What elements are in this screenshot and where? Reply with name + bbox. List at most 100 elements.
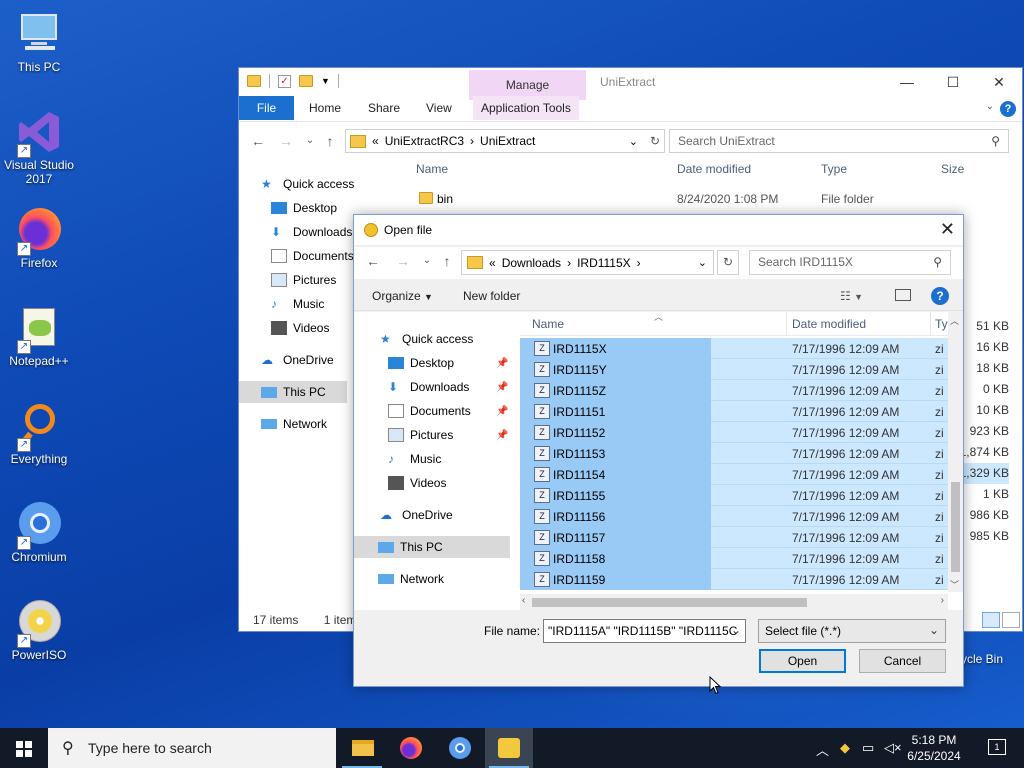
- column-header-type[interactable]: Type: [821, 162, 847, 176]
- pin-icon[interactable]: 📌: [496, 406, 508, 417]
- pin-icon[interactable]: 📌: [496, 382, 508, 393]
- address-bar[interactable]: « UniExtractRC3 › UniExtract ⌄ ↻: [345, 129, 665, 153]
- back-button[interactable]: ←: [364, 252, 382, 270]
- details-view-icon[interactable]: [982, 612, 1000, 628]
- table-row[interactable]: Z IRD11159 7/17/1996 12:09 AM zi: [520, 569, 948, 590]
- clock[interactable]: 5:18 PM 6/25/2024: [904, 732, 964, 764]
- file-name-field[interactable]: "IRD1115A" "IRD1115B" "IRD1115C ⌄: [543, 619, 746, 643]
- column-header-name[interactable]: Name: [416, 162, 448, 176]
- open-button[interactable]: Open: [759, 649, 846, 673]
- tab-home[interactable]: Home: [309, 96, 341, 120]
- organize-button[interactable]: Organize ▼: [372, 289, 433, 303]
- taskbar-uniextract[interactable]: [485, 728, 533, 768]
- nav-quick-access[interactable]: ★ Quick access: [380, 328, 473, 350]
- nav-music[interactable]: ♪ Music: [388, 448, 441, 470]
- nav-network[interactable]: Network: [261, 413, 327, 435]
- table-row[interactable]: Z IRD11152 7/17/1996 12:09 AM zi: [520, 422, 948, 443]
- nav-videos[interactable]: Videos: [388, 472, 446, 494]
- desktop-icon-visual-studio[interactable]: ↗ Visual Studio 2017: [0, 108, 78, 186]
- address-dropdown-icon[interactable]: ⌄: [629, 135, 638, 148]
- breadcrumb-downloads[interactable]: Downloads: [502, 256, 561, 270]
- nav-music[interactable]: ♪ Music: [271, 293, 324, 315]
- uniextract-tray-icon[interactable]: ◆: [840, 740, 850, 756]
- nav-videos[interactable]: Videos: [271, 317, 329, 339]
- search-input[interactable]: Search UniExtract ⚲: [669, 129, 1009, 153]
- tab-view[interactable]: View: [426, 96, 452, 120]
- list-item[interactable]: bin 8/24/2020 1:08 PM File folder: [417, 190, 957, 208]
- maximize-button[interactable]: ☐: [930, 68, 976, 96]
- pin-icon[interactable]: 📌: [496, 430, 508, 441]
- show-hidden-icons-icon[interactable]: ︿: [816, 740, 829, 759]
- help-icon[interactable]: ?: [1000, 101, 1016, 117]
- taskbar-file-explorer[interactable]: [338, 728, 386, 768]
- tab-share[interactable]: Share: [368, 96, 400, 120]
- column-header-date[interactable]: Date modified: [792, 317, 866, 331]
- nav-downloads[interactable]: ⬇ Downloads: [388, 376, 469, 398]
- breadcrumb-ird1115x[interactable]: IRD1115X: [577, 256, 631, 270]
- preview-pane-icon[interactable]: [895, 289, 911, 301]
- breadcrumb-uniextract[interactable]: UniExtract: [480, 134, 535, 148]
- nav-documents[interactable]: Documents: [388, 400, 471, 422]
- properties-icon[interactable]: ✓: [278, 74, 291, 88]
- column-header-date[interactable]: Date modified: [677, 162, 751, 176]
- nav-network[interactable]: Network: [378, 568, 444, 590]
- table-row[interactable]: Z IRD11158 7/17/1996 12:09 AM zi: [520, 548, 948, 569]
- scroll-thumb[interactable]: [532, 598, 807, 607]
- scroll-left-icon[interactable]: ‹: [522, 595, 525, 606]
- pin-icon[interactable]: 📌: [496, 358, 508, 369]
- vertical-scrollbar[interactable]: ︿ ﹀: [948, 312, 963, 592]
- refresh-icon[interactable]: ↻: [650, 134, 660, 148]
- nav-pictures[interactable]: Pictures: [388, 424, 453, 446]
- network-icon[interactable]: ▭: [862, 740, 874, 756]
- nav-onedrive[interactable]: ☁ OneDrive: [261, 349, 334, 371]
- recent-locations-button[interactable]: ⌄: [418, 252, 436, 270]
- nav-this-pc[interactable]: This PC: [239, 381, 347, 403]
- back-button[interactable]: ←: [249, 132, 267, 150]
- large-icons-view-icon[interactable]: [1002, 612, 1020, 628]
- refresh-button[interactable]: ↻: [717, 250, 739, 275]
- taskbar-chromium[interactable]: [436, 728, 484, 768]
- nav-desktop[interactable]: Desktop: [388, 352, 454, 374]
- nav-pictures[interactable]: Pictures: [271, 269, 336, 291]
- close-icon[interactable]: ✕: [940, 219, 955, 240]
- nav-documents[interactable]: Documents: [271, 245, 354, 267]
- nav-downloads[interactable]: ⬇ Downloads: [271, 221, 352, 243]
- desktop-icon-firefox[interactable]: ↗ Firefox: [0, 206, 78, 270]
- breadcrumb-uniextractrc3[interactable]: UniExtractRC3: [385, 134, 464, 148]
- table-row[interactable]: Z IRD11155 7/17/1996 12:09 AM zi: [520, 485, 948, 506]
- column-header-name[interactable]: Name: [532, 317, 564, 331]
- table-row[interactable]: Z IRD1115X 7/17/1996 12:09 AM zi: [520, 338, 948, 359]
- table-row[interactable]: Z IRD1115Z 7/17/1996 12:09 AM zi: [520, 380, 948, 401]
- help-icon[interactable]: ?: [931, 287, 949, 305]
- desktop-icon-poweriso[interactable]: ↗ PowerISO: [0, 598, 78, 662]
- nav-onedrive[interactable]: ☁ OneDrive: [380, 504, 453, 526]
- dialog-search-input[interactable]: Search IRD1115X ⚲: [749, 250, 951, 275]
- new-folder-button[interactable]: New folder: [463, 289, 520, 303]
- table-row[interactable]: Z IRD11157 7/17/1996 12:09 AM zi: [520, 527, 948, 548]
- start-button[interactable]: [0, 728, 48, 768]
- notification-center-button[interactable]: 1: [988, 739, 1006, 755]
- table-row[interactable]: Z IRD11151 7/17/1996 12:09 AM zi: [520, 401, 948, 422]
- ribbon-expand-icon[interactable]: ⌄: [986, 101, 994, 112]
- tab-file[interactable]: File: [239, 96, 294, 120]
- scroll-up-icon[interactable]: ︿: [950, 314, 959, 327]
- tab-application-tools[interactable]: Application Tools: [473, 96, 579, 120]
- chevron-down-icon[interactable]: ⌄: [731, 623, 741, 637]
- nav-this-pc[interactable]: This PC: [354, 536, 510, 558]
- volume-muted-icon[interactable]: ◁×: [884, 740, 902, 756]
- table-row[interactable]: Z IRD11153 7/17/1996 12:09 AM zi: [520, 443, 948, 464]
- address-dropdown-icon[interactable]: ⌄: [698, 256, 707, 269]
- file-type-select[interactable]: Select file (*.*) ⌄: [758, 619, 946, 643]
- forward-button[interactable]: →: [394, 252, 412, 270]
- scroll-right-icon[interactable]: ›: [941, 595, 944, 606]
- up-button[interactable]: ↑: [321, 132, 339, 150]
- minimize-button[interactable]: —: [884, 68, 930, 96]
- scroll-down-icon[interactable]: ﹀: [950, 578, 959, 591]
- table-row[interactable]: Z IRD1115Y 7/17/1996 12:09 AM zi: [520, 359, 948, 380]
- desktop-icon-chromium[interactable]: ↗ Chromium: [0, 500, 78, 564]
- horizontal-scrollbar[interactable]: ‹ ›: [520, 594, 948, 610]
- dialog-address-bar[interactable]: « Downloads › IRD1115X › ⌄: [461, 250, 714, 275]
- desktop-icon-this-pc[interactable]: This PC: [0, 10, 78, 74]
- desktop-icon-everything[interactable]: ↗ Everything: [0, 402, 78, 466]
- column-header-size[interactable]: Size: [941, 162, 964, 176]
